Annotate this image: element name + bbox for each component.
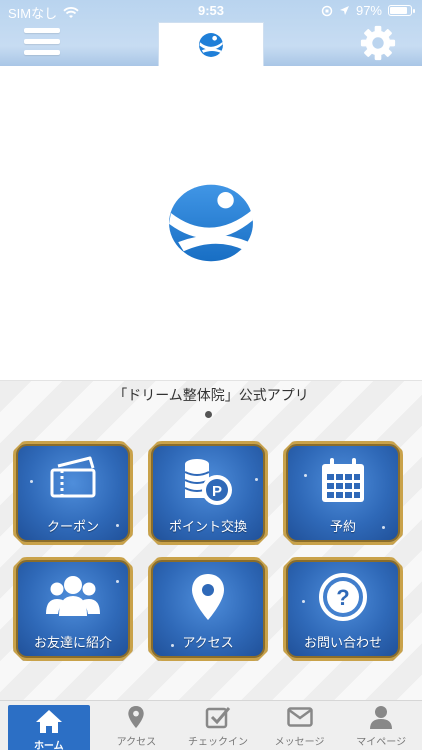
contact-tile[interactable]: ? お問い合わせ: [283, 557, 403, 661]
tile-label-points: ポイント交換: [168, 520, 247, 535]
battery-percent: 97%: [355, 3, 382, 18]
app-title: 「ドリーム整体院」公式アプリ: [113, 388, 309, 404]
header-logo[interactable]: [158, 22, 264, 66]
refer-friend-tile[interactable]: お友達に紹介: [13, 557, 133, 661]
person-icon: [370, 706, 393, 729]
brand-logo-large-icon: [169, 184, 253, 262]
page-indicator-dot[interactable]: [205, 411, 212, 418]
nav-access[interactable]: アクセス: [96, 701, 178, 750]
menu-button[interactable]: [24, 28, 60, 58]
svg-text:?: ?: [336, 585, 349, 610]
nav-mypage[interactable]: マイページ: [340, 701, 422, 750]
users-icon: [46, 576, 100, 616]
nav-message[interactable]: メッセージ: [259, 701, 341, 750]
location-icon: [339, 6, 349, 15]
checkin-icon: [205, 707, 231, 729]
tile-label-contact: お問い合わせ: [303, 636, 382, 651]
nav-checkin-label: チェックイン: [187, 737, 248, 748]
tile-label-refer: お友達に紹介: [33, 636, 112, 651]
svg-text:P: P: [212, 483, 222, 500]
nav-message-label: メッセージ: [274, 737, 325, 748]
bottom-nav: ホーム アクセス チェックイン メッセージ マイページ: [0, 700, 422, 750]
calendar-icon: [322, 458, 364, 502]
nav-mypage-label: マイページ: [356, 737, 407, 748]
coins-icon: P: [184, 459, 232, 505]
nav-home[interactable]: ホーム: [8, 705, 90, 750]
question-icon: ?: [319, 573, 367, 621]
battery-icon: [388, 5, 415, 16]
point-exchange-tile[interactable]: P ポイント交換: [148, 441, 268, 545]
access-tile[interactable]: アクセス: [148, 557, 268, 661]
nav-home-label: ホーム: [33, 741, 64, 750]
map-pin-icon: [192, 574, 224, 620]
tile-label-coupon: クーポン: [46, 520, 99, 535]
map-pin-icon: [128, 705, 145, 729]
settings-gear-icon[interactable]: [359, 24, 397, 62]
home-icon: [35, 710, 62, 733]
status-bar: SIMなし 9:53 97%: [0, 0, 422, 22]
mail-icon: [286, 707, 313, 727]
orientation-lock-icon: [321, 5, 333, 16]
reservation-tile[interactable]: 予約: [283, 441, 403, 545]
nav-checkin[interactable]: チェックイン: [177, 701, 259, 750]
brand-logo-icon: [199, 32, 223, 57]
hero-banner: [0, 66, 422, 380]
app-header: SIMなし 9:53 97%: [0, 0, 422, 66]
tile-label-access: アクセス: [182, 636, 234, 651]
ticket-icon: [50, 456, 96, 498]
coupon-tile[interactable]: クーポン: [13, 441, 133, 545]
nav-access-label: アクセス: [116, 737, 157, 748]
